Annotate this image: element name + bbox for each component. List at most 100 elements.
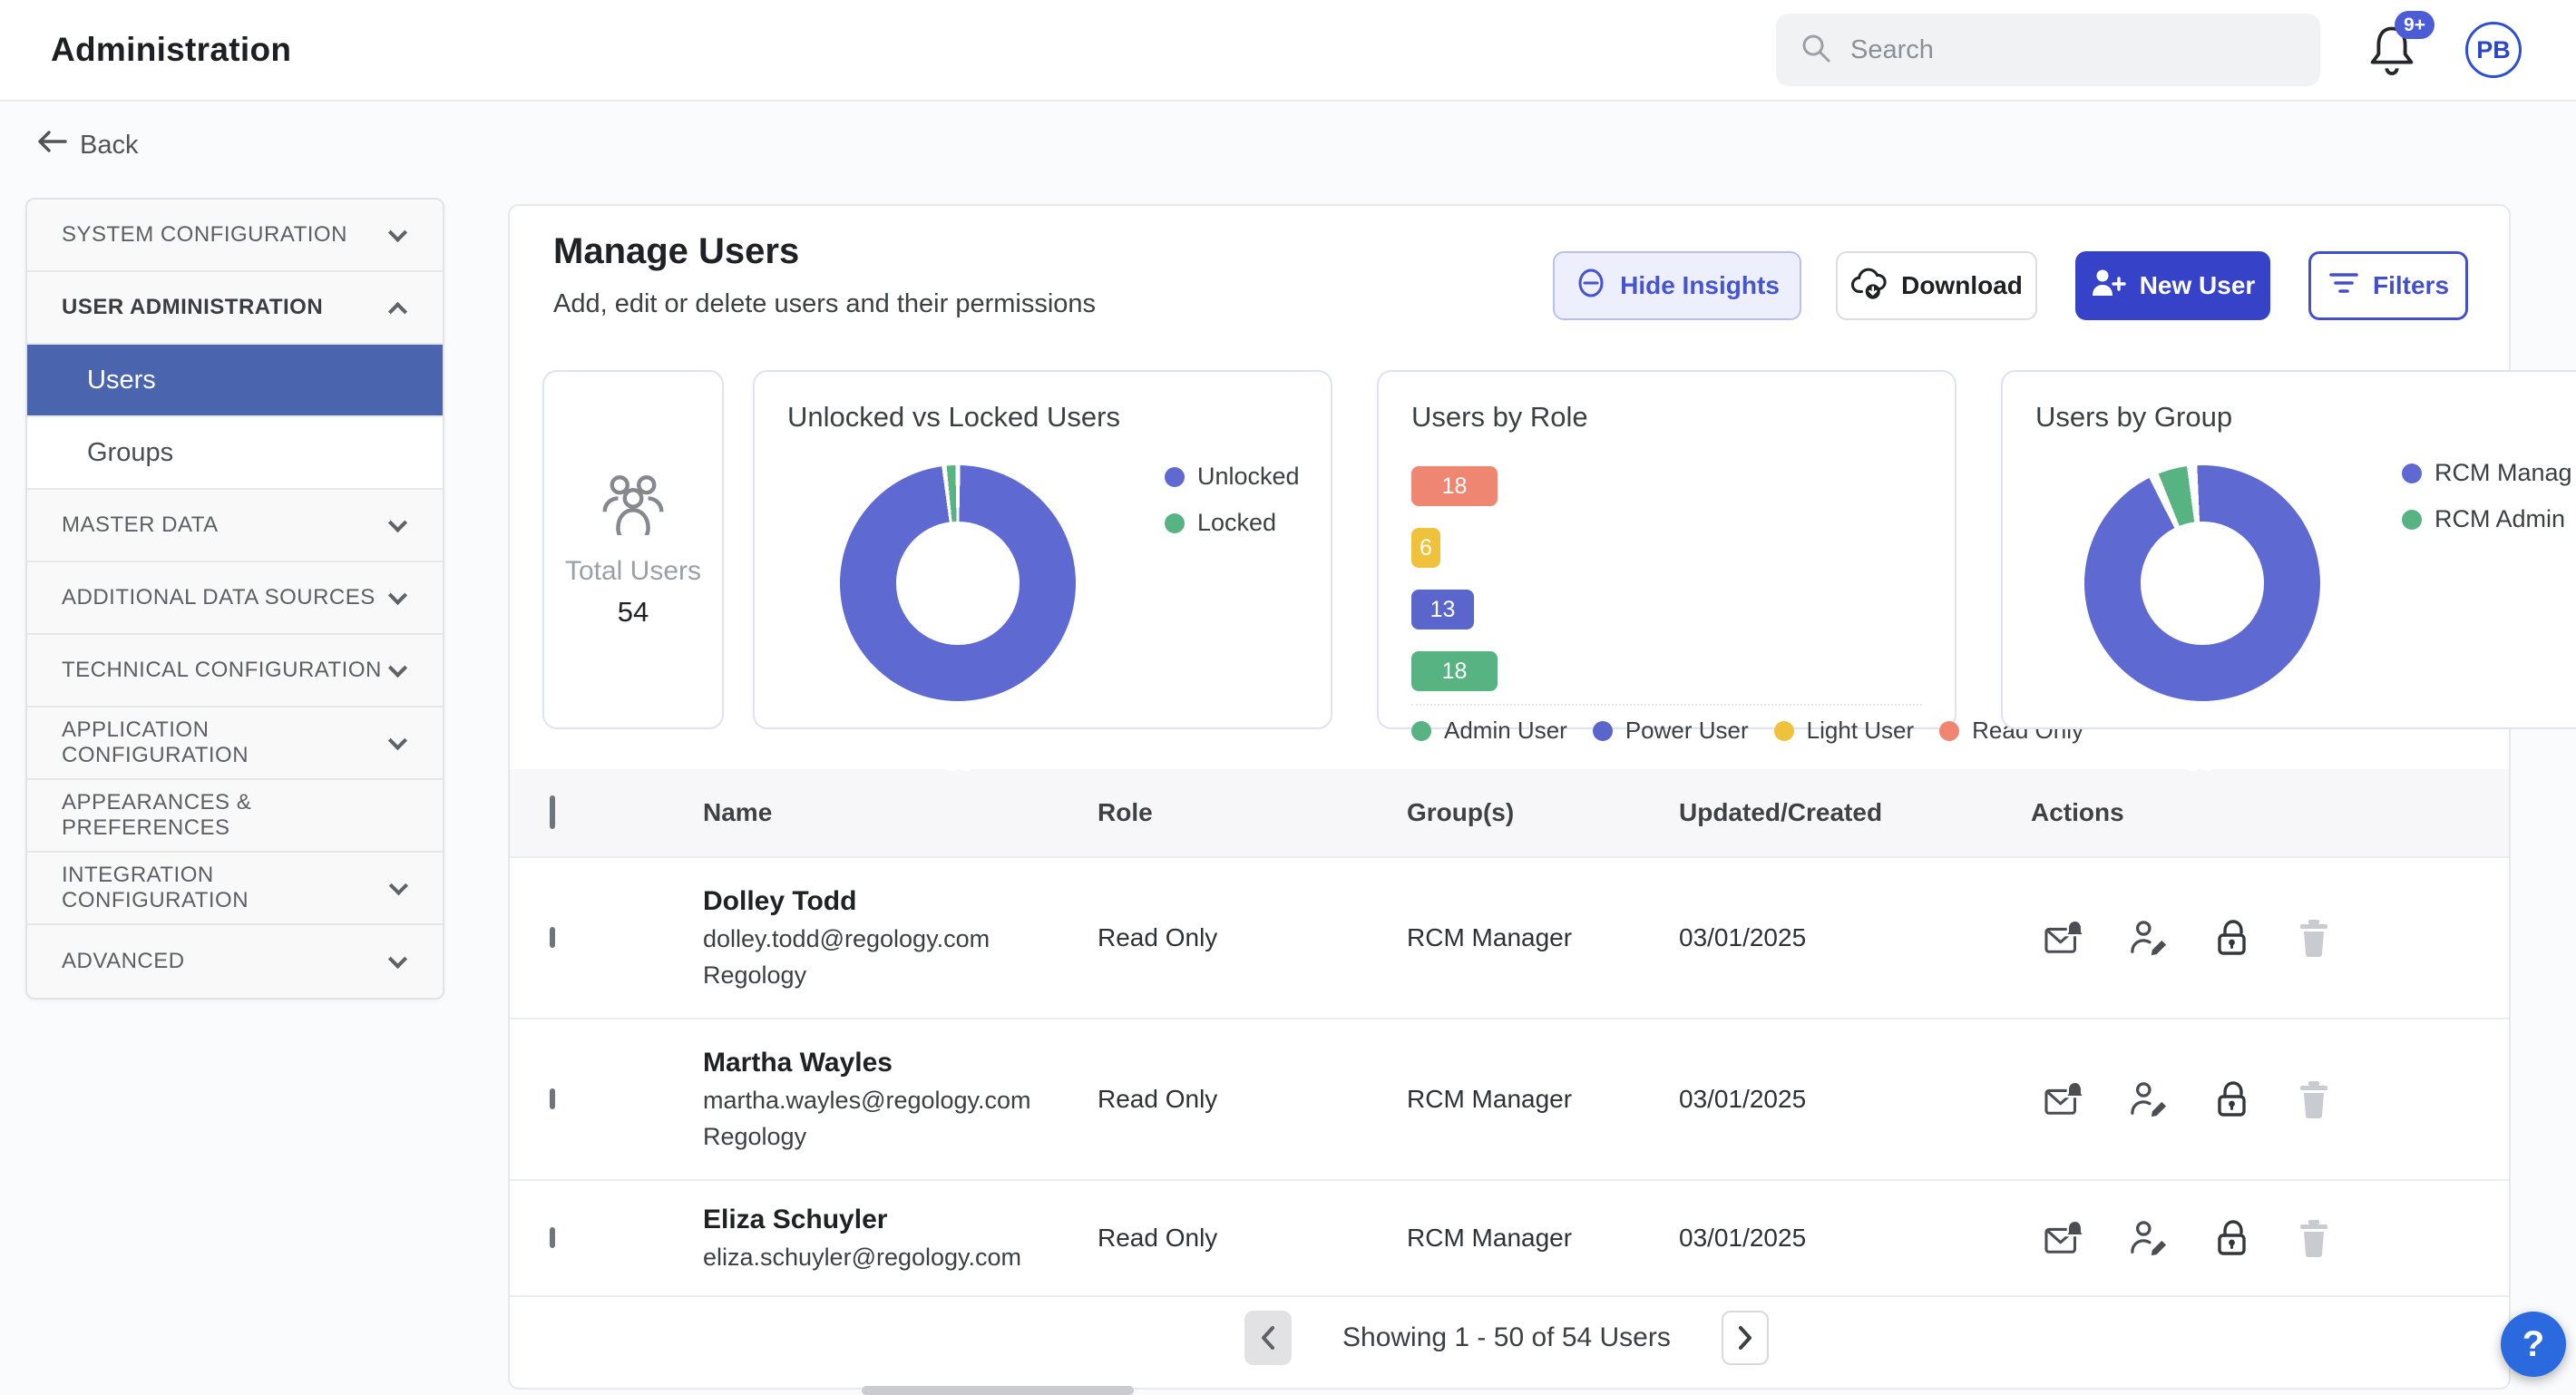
sidebar-item-advanced[interactable]: ADVANCED (27, 925, 443, 998)
user-company: Regology (703, 961, 1098, 990)
filter-icon (2327, 269, 2360, 303)
donut-value-label: 53 (945, 749, 972, 777)
help-button[interactable]: ? (2501, 1312, 2566, 1377)
unlock-user-icon[interactable] (2212, 1079, 2252, 1119)
bar-read-only: 18 (1411, 466, 1498, 506)
chevron-down-icon (388, 585, 407, 604)
legend-label: RCM Admin (2435, 505, 2565, 533)
chart-legend: Unlocked Locked (1165, 463, 1300, 537)
sidebar-item-appearances-preferences[interactable]: APPEARANCES & PREFERENCES (27, 780, 443, 853)
legend-label: Light User (1807, 717, 1915, 745)
minus-circle-icon (1575, 267, 1607, 306)
sidebar-item-label: APPEARANCES & PREFERENCES (62, 790, 405, 841)
manage-users-panel: Manage Users Add, edit or delete users a… (508, 204, 2511, 1390)
user-name: Martha Wayles (703, 1048, 1098, 1078)
back-label: Back (80, 131, 138, 161)
download-button[interactable]: Download (1836, 251, 2037, 320)
legend-item: Power User (1593, 717, 1749, 745)
users-by-group-donut-chart: 53 3 (2084, 465, 2320, 701)
bar-admin-user: 18 (1411, 651, 1498, 691)
search-input[interactable] (1849, 34, 2284, 66)
row-checkbox[interactable] (550, 1227, 555, 1248)
unlock-user-icon[interactable] (2212, 918, 2252, 958)
legend-label: Locked (1197, 509, 1276, 537)
bar-light-user: 6 (1411, 528, 1440, 568)
sidebar-item-label: TECHNICAL CONFIGURATION (62, 658, 382, 683)
notification-badge: 9+ (2395, 11, 2435, 39)
resend-invite-icon[interactable] (2044, 919, 2085, 957)
select-all-checkbox[interactable] (550, 795, 555, 829)
sidebar-item-users[interactable]: Users (27, 345, 443, 417)
horizontal-scrollbar[interactable] (862, 1386, 1134, 1395)
users-group-icon (598, 472, 668, 540)
legend-label: Unlocked (1197, 463, 1300, 491)
delete-user-icon[interactable] (2296, 918, 2332, 958)
notifications-button[interactable]: 9+ (2367, 22, 2418, 78)
sidebar-item-groups[interactable]: Groups (27, 417, 443, 490)
pagination: Showing 1 - 50 of 54 Users (1244, 1311, 1769, 1365)
sidebar-item-user-administration[interactable]: USER ADMINISTRATION (27, 272, 443, 345)
edit-user-icon[interactable] (2129, 1219, 2169, 1257)
sidebar-item-technical-configuration[interactable]: TECHNICAL CONFIGURATION (27, 635, 443, 707)
app-title: Administration (51, 31, 291, 69)
edit-user-icon[interactable] (2129, 919, 2169, 957)
cloud-download-icon (1850, 266, 1888, 307)
hide-insights-button[interactable]: Hide Insights (1553, 251, 1801, 320)
search-box[interactable] (1776, 14, 2320, 86)
legend-label: RCM Manag (2435, 459, 2572, 487)
legend-dot (2402, 463, 2422, 483)
unlocked-locked-donut-chart: 53 1 (840, 465, 1076, 701)
sidebar-item-application-configuration[interactable]: APPLICATION CONFIGURATION (27, 707, 443, 780)
total-users-label: Total Users (565, 556, 701, 587)
avatar[interactable]: PB (2465, 22, 2522, 78)
chevron-right-icon (1735, 1324, 1755, 1351)
chart-title: Users by Group (2035, 401, 2232, 434)
delete-user-icon[interactable] (2296, 1218, 2332, 1258)
user-name: Dolley Todd (703, 886, 1098, 917)
back-arrow-icon (36, 129, 67, 161)
sidebar-item-label: Groups (87, 438, 173, 468)
sidebar-item-label: MASTER DATA (62, 512, 219, 538)
sidebar-item-additional-data-sources[interactable]: ADDITIONAL DATA SOURCES (27, 562, 443, 635)
legend-item: Unlocked (1165, 463, 1300, 491)
legend-item: Light User (1774, 717, 1915, 745)
sidebar-item-label: APPLICATION CONFIGURATION (62, 717, 391, 768)
table-row: Eliza Schuyler eliza.schuyler@regology.c… (510, 1181, 2509, 1297)
legend-label: Admin User (1444, 717, 1567, 745)
chart-title: Unlocked vs Locked Users (787, 401, 1120, 434)
new-user-button[interactable]: New User (2075, 251, 2270, 320)
back-link[interactable]: Back (36, 129, 138, 161)
users-by-role-card: Users by Role 18 6 13 18 Admin User Powe… (1377, 370, 1956, 729)
sidebar-item-label: Users (87, 366, 156, 395)
bar-value-label: 18 (1442, 473, 1468, 500)
chevron-down-icon (388, 222, 407, 241)
sidebar-item-system-configuration[interactable]: SYSTEM CONFIGURATION (27, 200, 443, 272)
edit-user-icon[interactable] (2129, 1080, 2169, 1118)
sidebar-item-label: INTEGRATION CONFIGURATION (62, 863, 392, 913)
resend-invite-icon[interactable] (2044, 1219, 2085, 1257)
sidebar-item-integration-configuration[interactable]: INTEGRATION CONFIGURATION (27, 853, 443, 925)
legend-label: Power User (1625, 717, 1749, 745)
filters-button[interactable]: Filters (2308, 251, 2468, 320)
user-role: Read Only (1098, 923, 1407, 952)
legend-dot (1165, 467, 1185, 487)
total-users-value: 54 (618, 596, 649, 629)
new-user-label: New User (2140, 271, 2256, 300)
legend-dot (1411, 721, 1431, 741)
bar-value-label: 18 (1442, 658, 1468, 685)
pagination-status: Showing 1 - 50 of 54 Users (1342, 1322, 1671, 1353)
sidebar-item-label: ADVANCED (62, 949, 185, 974)
row-checkbox[interactable] (550, 1088, 555, 1109)
previous-page-button[interactable] (1244, 1311, 1292, 1365)
sidebar-item-label: SYSTEM CONFIGURATION (62, 222, 347, 248)
unlock-user-icon[interactable] (2212, 1218, 2252, 1258)
sidebar-item-master-data[interactable]: MASTER DATA (27, 490, 443, 562)
users-by-group-card: Users by Group 53 3 RCM Manag RCM Admin (2001, 370, 2576, 729)
resend-invite-icon[interactable] (2044, 1080, 2085, 1118)
next-page-button[interactable] (1722, 1311, 1769, 1365)
delete-user-icon[interactable] (2296, 1079, 2332, 1119)
row-checkbox[interactable] (550, 927, 555, 948)
legend-dot (1774, 721, 1794, 741)
user-updated: 03/01/2025 (1679, 923, 2031, 952)
unlocked-vs-locked-card: Unlocked vs Locked Users 53 1 Unlocked L… (753, 370, 1332, 729)
